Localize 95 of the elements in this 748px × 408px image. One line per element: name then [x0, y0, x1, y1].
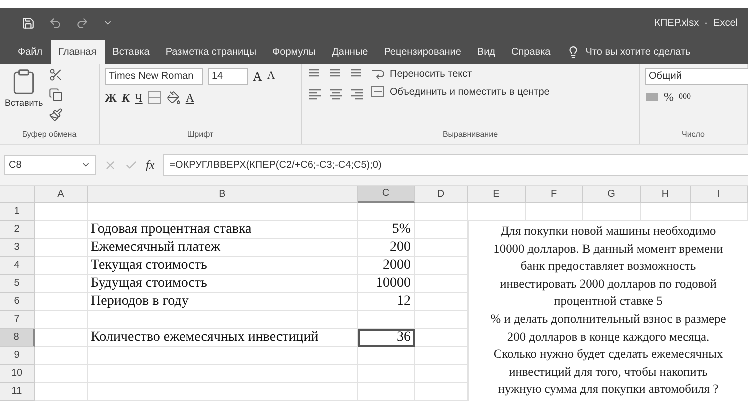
paintbrush-icon[interactable]	[49, 108, 64, 122]
save-icon[interactable]	[22, 16, 35, 30]
table-cell: 5%	[358, 221, 415, 239]
ribbon-tab[interactable]: Вид	[469, 40, 504, 64]
table-cell	[35, 257, 88, 275]
table-cell: Текущая стоимость	[88, 257, 358, 275]
paste-button[interactable]: Вставить	[5, 68, 44, 130]
column-header[interactable]: A	[35, 186, 88, 203]
table-cell	[35, 365, 88, 383]
table-cell: Ежемесячный платеж	[88, 239, 358, 257]
borders-icon[interactable]	[148, 91, 162, 105]
grow-font-button[interactable]: A	[253, 70, 262, 83]
table-cell: 10000	[358, 275, 415, 293]
redo-icon[interactable]	[76, 16, 89, 30]
table-cell	[35, 311, 88, 329]
thousands-button[interactable]: 000	[679, 93, 691, 101]
ribbon-tab[interactable]: Формулы	[264, 40, 324, 64]
column-header[interactable]: B	[88, 186, 358, 203]
lightbulb-icon[interactable]	[566, 46, 580, 58]
group-label: Выравнивание	[442, 130, 500, 141]
bold-button[interactable]: Ж	[105, 92, 117, 104]
group-label: Шрифт	[186, 130, 215, 141]
undo-icon[interactable]	[49, 16, 62, 30]
row-header[interactable]: 11	[0, 383, 35, 401]
row-header[interactable]: 10	[0, 365, 35, 383]
table-cell	[358, 311, 415, 329]
table-cell: 12	[358, 293, 415, 311]
column-header[interactable]: C	[358, 186, 415, 203]
ribbon-tab[interactable]: Рецензирование	[376, 40, 470, 64]
table-cell	[35, 293, 88, 311]
number-format-field[interactable]: Общий	[645, 68, 748, 85]
ribbon-tab[interactable]: Данные	[324, 40, 376, 64]
table-cell	[35, 221, 88, 239]
ribbon-tab[interactable]: Справка	[504, 40, 559, 64]
table-cell	[35, 329, 88, 347]
scissors-icon[interactable]	[49, 68, 64, 82]
table-cell: Будущая стоимость	[88, 275, 358, 293]
table-cell	[415, 203, 468, 221]
ribbon-tab[interactable]: Файл	[10, 40, 51, 64]
font-color-button[interactable]: A	[186, 92, 194, 104]
shrink-font-button[interactable]: A	[267, 71, 276, 82]
font-size-field[interactable]: 14	[208, 68, 248, 85]
column-header[interactable]: E	[468, 186, 526, 203]
row-header[interactable]: 3	[0, 239, 35, 257]
group-label: Число	[680, 130, 706, 141]
group-label: Буфер обмена	[21, 130, 78, 141]
align-right-icon[interactable]	[349, 88, 365, 102]
table-cell	[35, 347, 88, 365]
merge-cells-icon[interactable]	[371, 86, 385, 98]
column-header[interactable]: G	[583, 186, 641, 203]
active-cell[interactable]: 36	[358, 329, 415, 347]
align-left-icon[interactable]	[307, 88, 323, 102]
table-cell: 200	[358, 239, 415, 257]
table-cell	[358, 347, 415, 365]
wrap-text-icon[interactable]	[371, 68, 385, 80]
name-box[interactable]: C8	[4, 155, 96, 175]
row-header[interactable]: 4	[0, 257, 35, 275]
window-title: КПЕР.xlsx - Excel	[654, 18, 738, 28]
table-cell	[358, 203, 415, 221]
table-cell: Годовая процентная ставка	[88, 221, 358, 239]
table-cell	[35, 383, 88, 401]
ribbon-tab[interactable]: Главная	[50, 40, 105, 64]
italic-button[interactable]: К	[122, 92, 130, 104]
column-header[interactable]: I	[691, 186, 748, 203]
align-center-icon[interactable]	[328, 88, 344, 102]
table-cell	[358, 383, 415, 401]
insert-function-button[interactable]: fx	[146, 158, 155, 172]
row-header[interactable]: 2	[0, 221, 35, 239]
table-cell	[35, 203, 88, 221]
table-cell	[358, 365, 415, 383]
wrap-text-button[interactable]: Переносить текст	[371, 68, 550, 80]
row-header[interactable]: 8	[0, 329, 35, 347]
row-header[interactable]: 9	[0, 347, 35, 365]
font-name-field[interactable]: Times New Roman	[105, 68, 203, 85]
underline-button[interactable]: Ч	[135, 92, 143, 104]
column-header[interactable]: H	[641, 186, 691, 203]
row-header[interactable]: 1	[0, 203, 35, 221]
column-header[interactable]: F	[526, 186, 583, 203]
table-cell: Количество ежемесячных инвестиций	[88, 329, 358, 347]
row-header[interactable]: 6	[0, 293, 35, 311]
row-header[interactable]: 5	[0, 275, 35, 293]
table-cell	[35, 275, 88, 293]
copy-icon[interactable]	[49, 88, 64, 102]
table-cell	[35, 239, 88, 257]
formula-field[interactable]: =ОКРУГЛВВЕРХ(КПЕР(C2/+C6;-C3;-C4;C5);0)	[162, 154, 748, 176]
table-cell: Периодов в году	[88, 293, 358, 311]
percent-button[interactable]: %	[664, 91, 674, 103]
table-cell: 2000	[358, 257, 415, 275]
tell-me-field[interactable]: Что вы хотите сделать	[586, 46, 691, 58]
ribbon-tab[interactable]: Разметка страницы	[158, 40, 265, 64]
column-header[interactable]: D	[415, 186, 468, 203]
ribbon-tab[interactable]: Вставка	[104, 40, 158, 64]
merge-center-button[interactable]: Объединить и поместить в центре	[371, 86, 550, 98]
row-header[interactable]: 7	[0, 311, 35, 329]
fill-bucket-icon[interactable]	[166, 91, 181, 105]
